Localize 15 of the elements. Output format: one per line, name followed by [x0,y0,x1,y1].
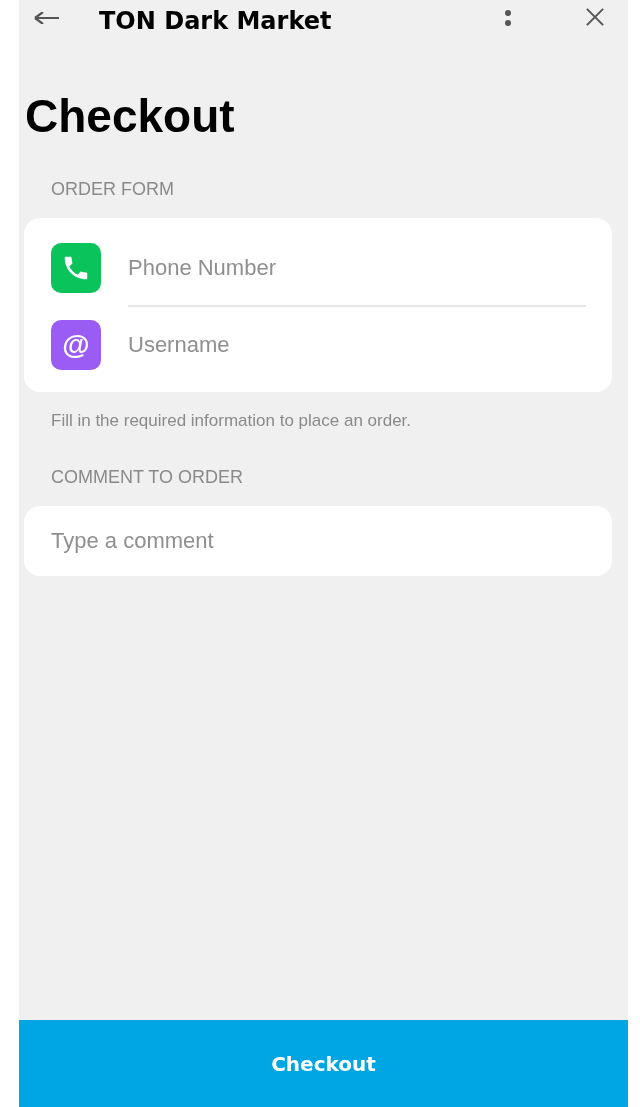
form-hint: Fill in the required information to place an order. [51,410,413,432]
more-options-icon[interactable] [504,10,512,26]
close-icon[interactable] [586,8,604,26]
comment-field[interactable]: Type a comment [24,506,612,576]
app-title: TON Dark Market [99,6,333,34]
back-arrow-icon[interactable] [33,12,61,24]
at-sign-icon: @ [51,319,101,370]
section-label: ORDER FORM [51,178,175,200]
checkout-button[interactable]: Checkout [19,1020,628,1107]
username-field[interactable]: @ Username [24,307,612,392]
page-title: Checkout [25,89,236,144]
phone-number-field[interactable]: Phone Number [24,218,612,305]
input-field[interactable]: Phone Number [128,230,586,305]
input-field[interactable]: Username [128,307,586,382]
section-label: COMMENT TO ORDER [51,466,244,488]
